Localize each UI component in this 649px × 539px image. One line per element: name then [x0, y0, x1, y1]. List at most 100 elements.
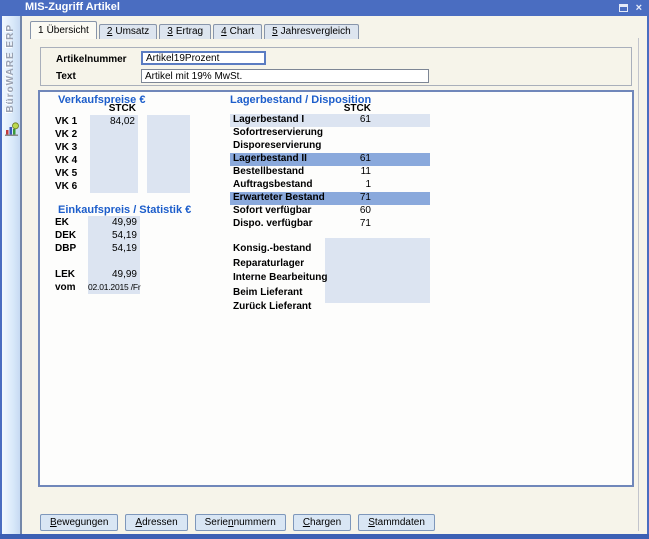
row-label: Interne Bearbeitung [230, 271, 430, 286]
row-value: 49,99 [88, 268, 137, 281]
verkauf-unit-header: STCK [80, 103, 136, 114]
tab-chart[interactable]: 4Chart [213, 24, 262, 39]
sidebar: BüroWARE ERP [2, 16, 22, 534]
row-label: Sofortreservierung [233, 127, 323, 139]
verkauf-label-column: VK 1 VK 2 VK 3 VK 4 VK 5 VK 6 [55, 115, 89, 193]
tab-number: 5 [272, 26, 278, 37]
row-value: 71 [310, 218, 371, 230]
restore-icon[interactable] [619, 4, 628, 12]
tab-number: 1 [38, 25, 44, 36]
table-row: Sofortreservierung [230, 127, 430, 140]
tab-ertrag[interactable]: 3Ertrag [159, 24, 211, 39]
row-value: 71 [310, 192, 371, 204]
row-label: Konsig.-bestand [230, 242, 430, 257]
tab-label: Ertrag [176, 26, 203, 37]
row-label: Lagerbestand II [233, 153, 307, 165]
row-label: VK 3 [55, 141, 89, 154]
table-row: Erwarteter Bestand 71 [230, 192, 430, 205]
table-row: Dispo. verfügbar 71 [230, 218, 430, 231]
lager-extra-table: Konsig.-bestand Reparaturlager Interne B… [230, 242, 430, 315]
row-label: Dispo. verfügbar [233, 218, 312, 230]
row-value [88, 255, 137, 268]
einkauf-label-column: EK DEK DBP LEK vom [55, 216, 89, 294]
tab-label: Chart [230, 26, 254, 37]
tab-umsatz[interactable]: 2Umsatz [99, 24, 157, 39]
chargen-button[interactable]: Chargen [293, 514, 351, 531]
row-label: VK 1 [55, 115, 89, 128]
row-label [55, 255, 89, 268]
verkauf-value-column: 84,02 [90, 115, 135, 193]
tab-number: 4 [221, 26, 227, 37]
table-row: Sofort verfügbar 60 [230, 205, 430, 218]
row-value: 61 [310, 153, 371, 165]
tab-label: Jahresvergleich [281, 26, 351, 37]
row-value: 54,19 [88, 229, 137, 242]
lager-table: Lagerbestand I 61 Sofortreservierung Dis… [230, 114, 430, 231]
row-label: Beim Lieferant [230, 286, 430, 301]
text-label: Text [56, 71, 76, 82]
bewegungen-button[interactable]: Bewegungen [40, 514, 118, 531]
window-controls: × [619, 3, 642, 13]
tab-jahresvergleich[interactable]: 5Jahresvergleich [264, 24, 359, 39]
row-value [90, 128, 135, 141]
row-value [90, 167, 135, 180]
stammdaten-button[interactable]: Stammdaten [358, 514, 435, 531]
mis-zugriff-artikel-window: MIS-Zugriff Artikel × BüroWARE ERP 1Über… [0, 0, 649, 539]
row-value: 1 [310, 179, 371, 191]
tab-strip: 1Übersicht 2Umsatz 3Ertrag 4Chart 5Jahre… [30, 21, 361, 39]
row-label: DEK [55, 229, 89, 242]
row-value: 49,99 [88, 216, 137, 229]
footer-button-row: Bewegungen Adressen Seriennummern Charge… [40, 514, 435, 531]
row-label: Zurück Lieferant [230, 300, 430, 315]
row-label: VK 2 [55, 128, 89, 141]
row-value [90, 141, 135, 154]
adressen-button[interactable]: Adressen [125, 514, 187, 531]
window-border-bottom [0, 534, 649, 539]
einkaufspreis-header: Einkaufspreis / Statistik € [58, 204, 191, 216]
close-icon[interactable]: × [636, 3, 642, 13]
einkauf-value-column: 49,99 54,19 54,19 49,99 02.01.2015 /Fr [88, 216, 137, 294]
seriennummern-button[interactable]: Seriennummern [195, 514, 286, 531]
statistics-chart-icon[interactable] [4, 122, 20, 138]
overview-panel: Verkaufspreise € STCK VK 1 VK 2 VK 3 VK … [38, 90, 634, 487]
row-label: Disporeservierung [233, 140, 321, 152]
row-value: 11 [310, 166, 371, 178]
window-title: MIS-Zugriff Artikel [25, 1, 120, 13]
row-value: 54,19 [88, 242, 137, 255]
verkauf-value-box-2 [147, 115, 190, 193]
title-bar[interactable]: MIS-Zugriff Artikel × [0, 0, 649, 16]
tab-label: Umsatz [115, 26, 149, 37]
row-value: 61 [310, 114, 371, 126]
table-row: Lagerbestand II 61 [230, 153, 430, 166]
row-label: Lagerbestand I [233, 114, 304, 126]
row-label: Reparaturlager [230, 257, 430, 272]
tab-label: Übersicht [47, 25, 89, 36]
row-label: VK 4 [55, 154, 89, 167]
tab-uebersicht[interactable]: 1Übersicht [30, 21, 97, 39]
tab-number: 2 [107, 26, 113, 37]
row-label: Sofort verfügbar [233, 205, 311, 217]
row-value: 84,02 [90, 115, 135, 128]
table-row: Auftragsbestand 1 [230, 179, 430, 192]
tab-number: 3 [167, 26, 173, 37]
lager-unit-header: STCK [311, 103, 371, 114]
article-fieldset: Artikelnummer Text [40, 47, 632, 86]
row-value: 60 [310, 205, 371, 217]
brand-vertical-label: BüroWARE ERP [5, 24, 16, 113]
text-input[interactable] [141, 69, 429, 83]
row-label: Bestellbestand [233, 166, 304, 178]
row-label: VK 5 [55, 167, 89, 180]
artikelnummer-input[interactable] [141, 51, 266, 65]
row-label: LEK [55, 268, 89, 281]
row-value [90, 180, 135, 193]
table-row: Bestellbestand 11 [230, 166, 430, 179]
table-row: Disporeservierung [230, 140, 430, 153]
artikelnummer-label: Artikelnummer [56, 54, 127, 65]
row-value: 02.01.2015 /Fr [88, 281, 137, 294]
row-label: DBP [55, 242, 89, 255]
page-outline [638, 38, 639, 531]
row-label: EK [55, 216, 89, 229]
row-label: vom [55, 281, 89, 294]
row-value [90, 154, 135, 167]
row-label: VK 6 [55, 180, 89, 193]
